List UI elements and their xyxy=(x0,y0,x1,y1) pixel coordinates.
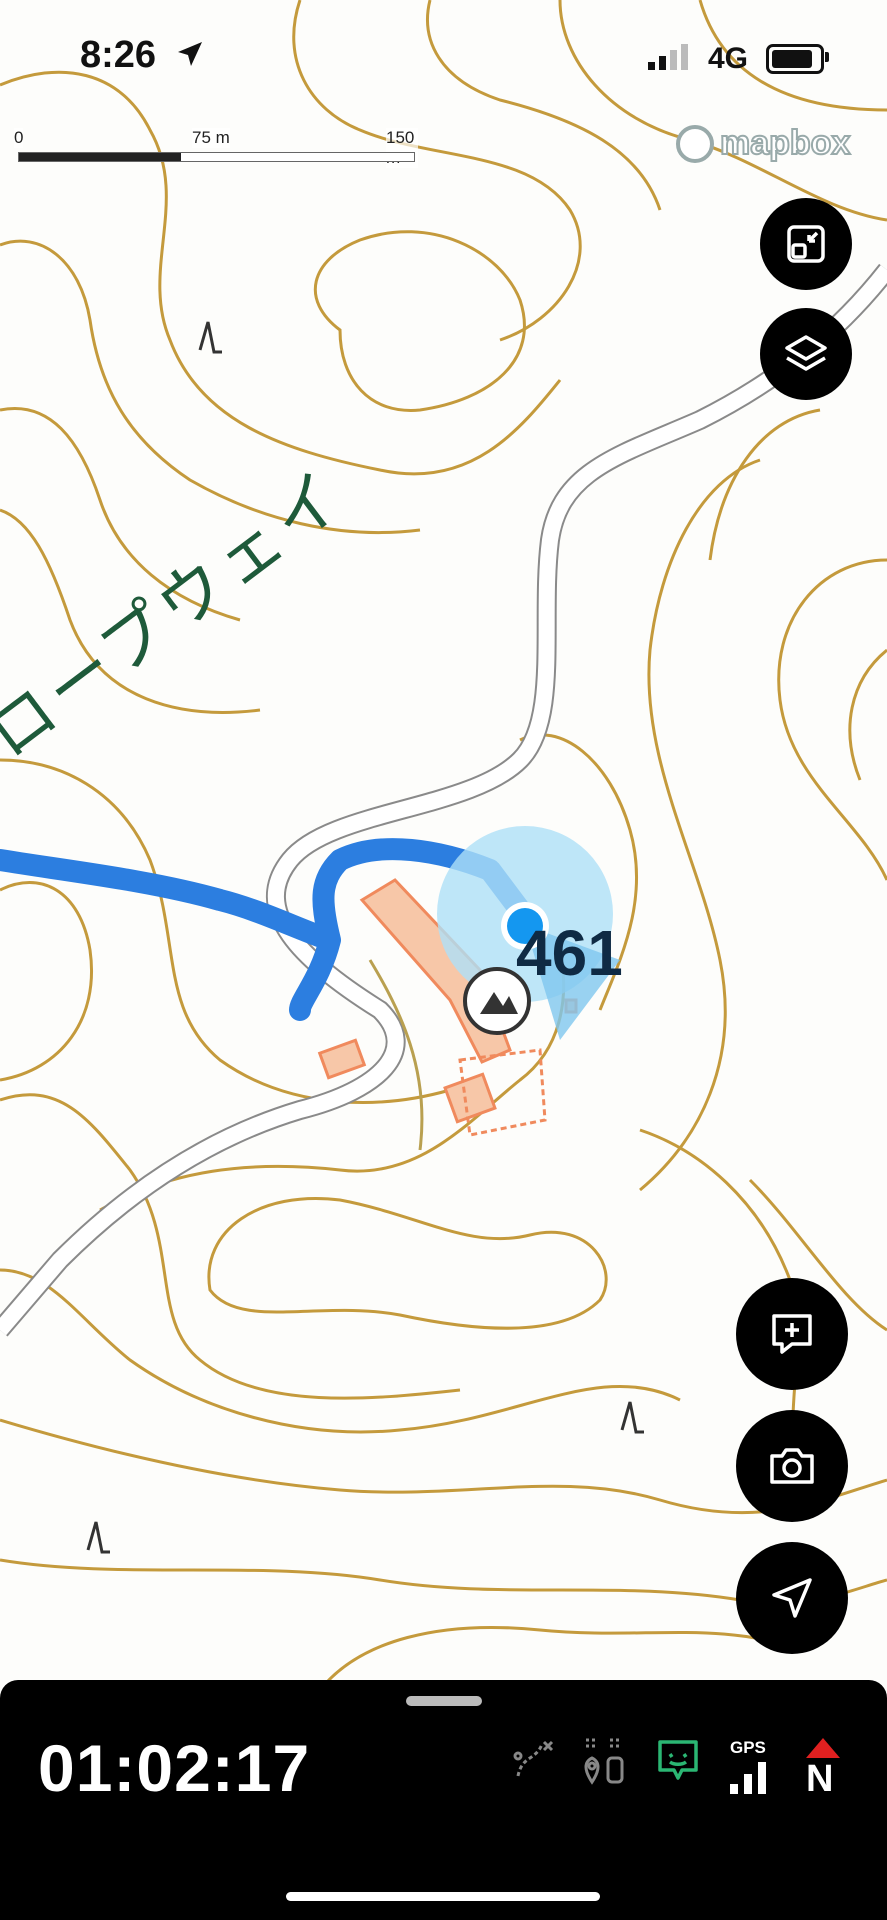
cellular-signal-icon xyxy=(648,44,688,70)
message-icon[interactable] xyxy=(654,1736,702,1784)
navigate-button[interactable] xyxy=(736,1542,848,1654)
layers-icon xyxy=(785,335,827,371)
mapbox-logo[interactable]: mapbox xyxy=(676,123,851,163)
fullscreen-exit-icon xyxy=(787,225,825,263)
fullscreen-exit-button[interactable] xyxy=(760,198,852,290)
mapbox-wordmark: mapbox xyxy=(719,123,851,163)
waypoint-icon[interactable] xyxy=(580,1736,628,1786)
scale-label-75: 75 m xyxy=(192,128,230,148)
navigation-arrow-icon xyxy=(772,1578,812,1618)
gps-label: GPS xyxy=(730,1738,766,1757)
elapsed-time: 01:02:17 xyxy=(38,1731,311,1805)
drag-handle[interactable] xyxy=(406,1696,482,1706)
north-label: N xyxy=(806,1758,834,1800)
layers-button[interactable] xyxy=(760,308,852,400)
add-note-icon xyxy=(772,1314,812,1354)
network-type: 4G xyxy=(708,42,749,75)
scale-label-150: 150 m xyxy=(386,128,418,168)
status-time: 8:26 xyxy=(80,34,157,76)
home-indicator[interactable] xyxy=(286,1892,600,1901)
battery-icon xyxy=(766,44,824,74)
route-disabled-icon[interactable] xyxy=(510,1736,556,1782)
recording-panel[interactable]: 01:02:17 GPS N xyxy=(0,1680,887,1920)
compass-north-icon[interactable] xyxy=(806,1738,840,1760)
location-arrow-icon xyxy=(178,42,202,66)
camera-icon xyxy=(770,1448,814,1484)
camera-button[interactable] xyxy=(736,1410,848,1522)
scale-label-0: 0 xyxy=(14,128,24,148)
status-bar: 8:26 4G xyxy=(0,0,887,110)
elevation-label: 461 xyxy=(516,917,623,989)
add-note-button[interactable] xyxy=(736,1278,848,1390)
scale-bar: 0 75 m 150 m xyxy=(14,128,418,168)
gps-signal-icon xyxy=(730,1762,766,1794)
